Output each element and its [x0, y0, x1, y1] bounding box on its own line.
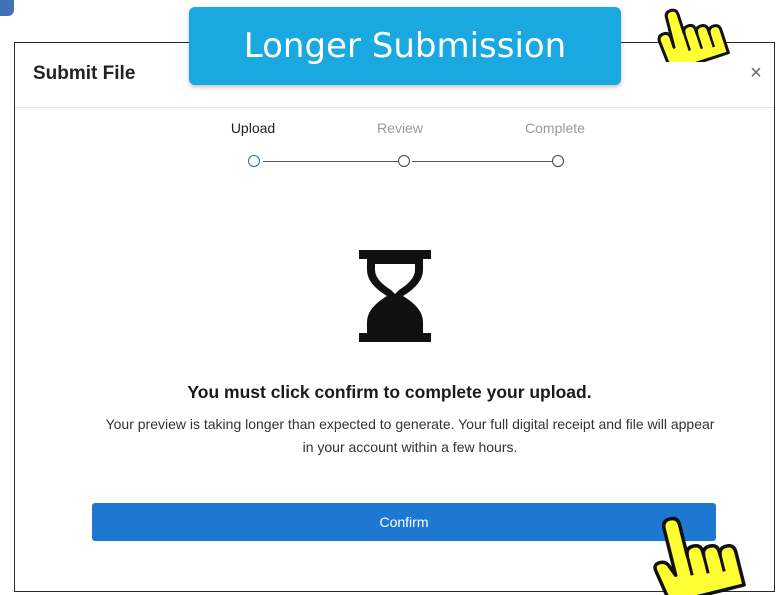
dialog-title: Submit File: [33, 63, 136, 84]
status-message: Your preview is taking longer than expec…: [105, 416, 715, 455]
step-upload-dot: [248, 155, 260, 167]
step-connector: [263, 161, 398, 162]
status-heading: You must click confirm to complete your …: [187, 382, 592, 402]
confirm-button[interactable]: Confirm: [92, 503, 716, 541]
hourglass-icon: [359, 250, 431, 342]
hand-cursor-icon: [653, 516, 746, 595]
close-button[interactable]: ×: [744, 61, 768, 85]
annotation-banner: Longer Submission: [189, 7, 621, 85]
step-upload-label: Upload: [230, 120, 276, 136]
step-connector: [412, 161, 552, 162]
close-icon: ×: [750, 62, 762, 84]
step-complete-label: Complete: [525, 120, 585, 136]
progress-stepper: Upload Review Complete: [200, 120, 610, 180]
step-complete-dot: [552, 155, 564, 167]
corner-decoration: [0, 0, 14, 16]
step-review-label: Review: [377, 120, 423, 136]
step-review-dot: [398, 155, 410, 167]
hand-cursor-icon: [657, 8, 730, 62]
